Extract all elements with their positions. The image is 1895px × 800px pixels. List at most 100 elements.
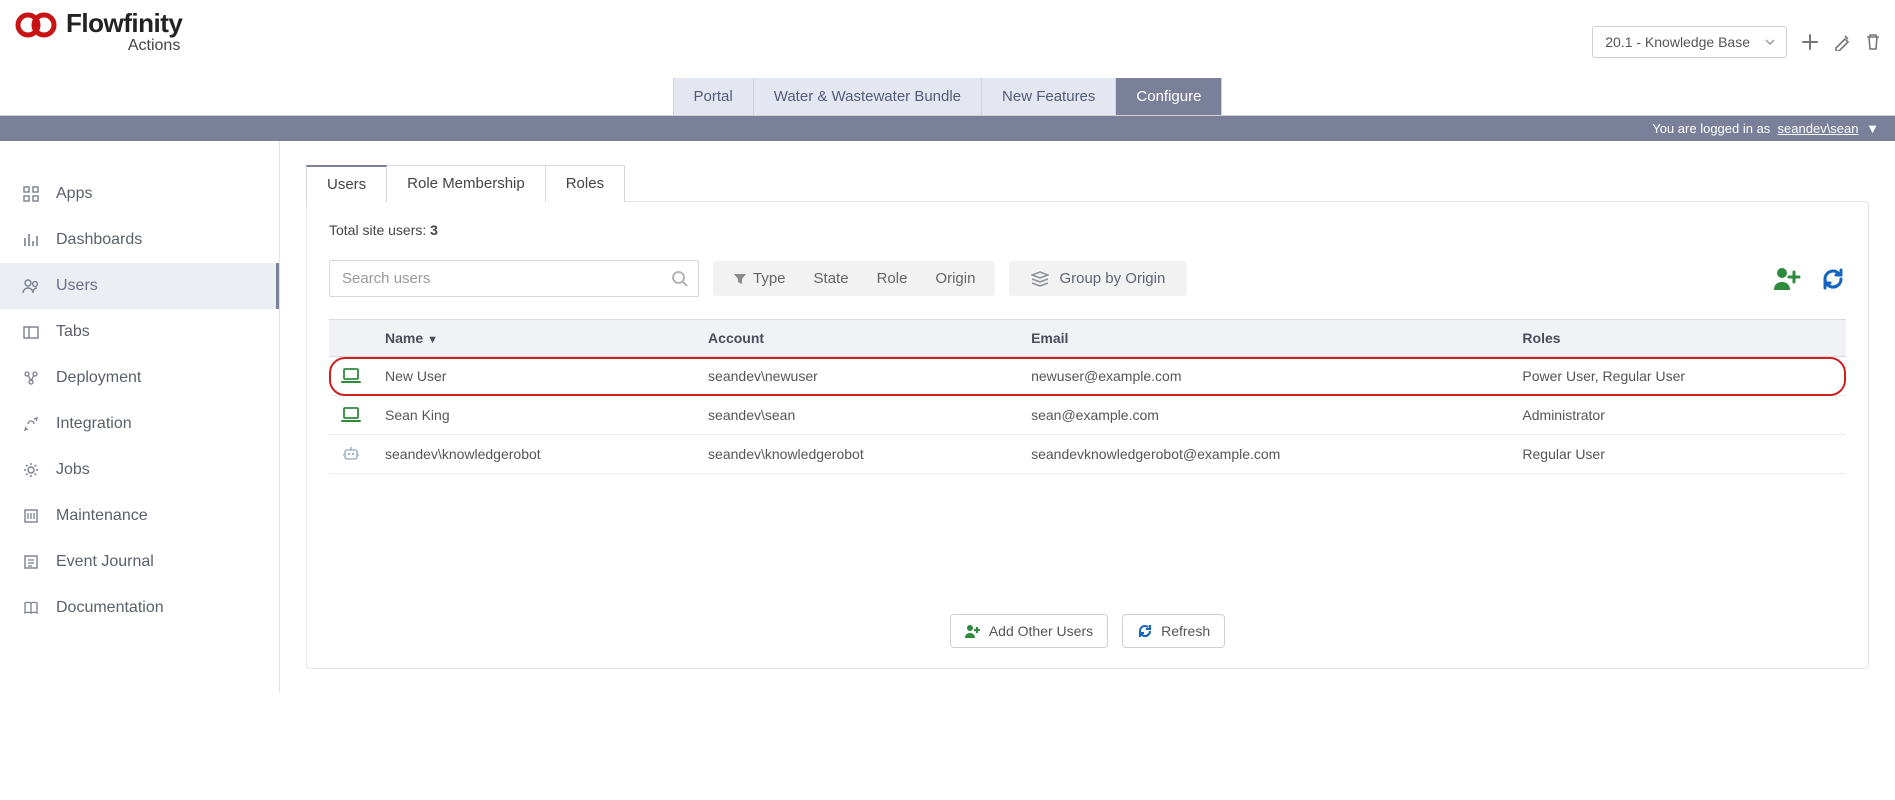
add-other-users-button[interactable]: Add Other Users [950, 614, 1108, 648]
cell-name: Sean King [373, 396, 696, 435]
cell-email: seandevknowledgerobot@example.com [1019, 435, 1510, 474]
sort-desc-icon: ▼ [427, 334, 438, 346]
sidebar-item-label: Documentation [56, 599, 164, 617]
table-row[interactable]: Sean Kingseandev\seansean@example.comAdm… [329, 396, 1846, 435]
filter-state[interactable]: State [800, 261, 863, 296]
knowledge-base-select[interactable]: 20.1 - Knowledge Base [1592, 26, 1787, 58]
sidebar-item-integration[interactable]: Integration [0, 401, 279, 447]
search-icon [671, 270, 689, 288]
navtab-portal[interactable]: Portal [673, 78, 754, 115]
cell-roles: Regular User [1510, 435, 1846, 474]
laptop-icon [341, 407, 361, 423]
table-row[interactable]: seandev\knowledgerobotseandev\knowledger… [329, 435, 1846, 474]
sidebar-item-jobs[interactable]: Jobs [0, 447, 279, 493]
users-toolbar: Type State Role Origin Group by Origin [329, 260, 1846, 297]
cell-roles: Power User, Regular User [1510, 357, 1846, 396]
journal-icon [22, 554, 40, 570]
book-icon [22, 600, 40, 616]
delete-icon[interactable] [1865, 33, 1881, 51]
users-table: Name▼ Account Email Roles New Userseande… [329, 319, 1846, 474]
user-plus-icon [965, 624, 981, 638]
sidebar-item-deployment[interactable]: Deployment [0, 355, 279, 401]
navtab-configure[interactable]: Configure [1116, 78, 1222, 115]
brand-name: Flowfinity [66, 10, 182, 36]
robot-icon [341, 446, 361, 462]
cell-email: sean@example.com [1019, 396, 1510, 435]
subtab-role-membership[interactable]: Role Membership [386, 165, 546, 202]
grid-icon [22, 186, 40, 202]
sidebar-item-apps[interactable]: Apps [0, 171, 279, 217]
sidebar-item-label: Tabs [56, 323, 90, 341]
maintenance-icon [22, 508, 40, 524]
col-name[interactable]: Name▼ [373, 320, 696, 357]
app-header: Flowfinity Actions 20.1 - Knowledge Base [0, 0, 1895, 58]
tabs-icon [22, 324, 40, 340]
cell-account: seandev\knowledgerobot [696, 435, 1019, 474]
sidebar-item-dashboards[interactable]: Dashboards [0, 217, 279, 263]
cell-name: seandev\knowledgerobot [373, 435, 696, 474]
col-email[interactable]: Email [1019, 320, 1510, 357]
chevron-down-icon [1764, 36, 1776, 48]
group-by-origin[interactable]: Group by Origin [1025, 261, 1171, 296]
filter-type[interactable]: Type [719, 261, 800, 296]
refresh-button-top[interactable] [1820, 266, 1846, 292]
search-input[interactable] [329, 260, 699, 297]
kb-select-label: 20.1 - Knowledge Base [1605, 34, 1750, 50]
cell-email: newuser@example.com [1019, 357, 1510, 396]
add-user-button[interactable] [1772, 266, 1802, 292]
cell-account: seandev\sean [696, 396, 1019, 435]
refresh-button[interactable]: Refresh [1122, 614, 1225, 648]
sidebar-item-tabs[interactable]: Tabs [0, 309, 279, 355]
add-icon[interactable] [1801, 33, 1819, 51]
filter-role[interactable]: Role [863, 261, 922, 296]
sidebar-item-documentation[interactable]: Documentation [0, 585, 279, 631]
footer-buttons: Add Other Users Refresh [329, 614, 1846, 648]
integration-icon [22, 416, 40, 432]
layers-icon [1031, 271, 1049, 287]
sidebar-item-label: Apps [56, 185, 92, 203]
gear-icon [22, 462, 40, 478]
laptop-icon [341, 368, 361, 384]
sidebar-item-users[interactable]: Users [0, 263, 279, 309]
table-row[interactable]: New Userseandev\newusernewuser@example.c… [329, 357, 1846, 396]
login-prefix: You are logged in as [1652, 121, 1770, 136]
navtab-water[interactable]: Water & Wastewater Bundle [754, 78, 982, 115]
main-nav-tabs: Portal Water & Wastewater Bundle New Fea… [0, 78, 1895, 116]
total-users-text: Total site users: 3 [329, 222, 1846, 238]
filter-origin[interactable]: Origin [921, 261, 989, 296]
sidebar-item-label: Users [56, 277, 98, 295]
cell-roles: Administrator [1510, 396, 1846, 435]
filter-bar: Type State Role Origin [713, 261, 995, 296]
sidebar-item-maintenance[interactable]: Maintenance [0, 493, 279, 539]
col-roles[interactable]: Roles [1510, 320, 1846, 357]
sidebar-item-label: Deployment [56, 369, 141, 387]
sidebar-item-label: Maintenance [56, 507, 148, 525]
funnel-icon [733, 272, 747, 286]
cell-name: New User [373, 357, 696, 396]
caret-down-icon: ▼ [1866, 121, 1879, 136]
users-panel: Total site users: 3 Type State Role [306, 201, 1869, 669]
sidebar-item-label: Integration [56, 415, 132, 433]
total-users-count: 3 [430, 222, 438, 238]
cell-account: seandev\newuser [696, 357, 1019, 396]
sidebar: Apps Dashboards Users Tabs Deployment In… [0, 141, 280, 693]
subtab-users[interactable]: Users [306, 165, 387, 202]
sidebar-item-label: Dashboards [56, 231, 142, 249]
users-icon [22, 278, 40, 294]
brand-sub: Actions [66, 38, 182, 54]
chart-icon [22, 232, 40, 248]
sidebar-item-event-journal[interactable]: Event Journal [0, 539, 279, 585]
refresh-icon [1137, 623, 1153, 639]
subtab-roles[interactable]: Roles [545, 165, 625, 202]
col-account[interactable]: Account [696, 320, 1019, 357]
brand-logo: Flowfinity Actions [14, 10, 182, 54]
deploy-icon [22, 370, 40, 386]
navtab-new-features[interactable]: New Features [982, 78, 1116, 115]
main-content: Users Role Membership Roles Total site u… [280, 141, 1895, 693]
edit-icon[interactable] [1833, 33, 1851, 51]
login-user-link[interactable]: seandev\sean [1778, 121, 1859, 136]
sidebar-item-label: Jobs [56, 461, 90, 479]
logo-rings-icon [14, 10, 60, 40]
login-status-bar: You are logged in as seandev\sean ▼ [0, 116, 1895, 141]
sub-tabs: Users Role Membership Roles [306, 165, 1869, 202]
